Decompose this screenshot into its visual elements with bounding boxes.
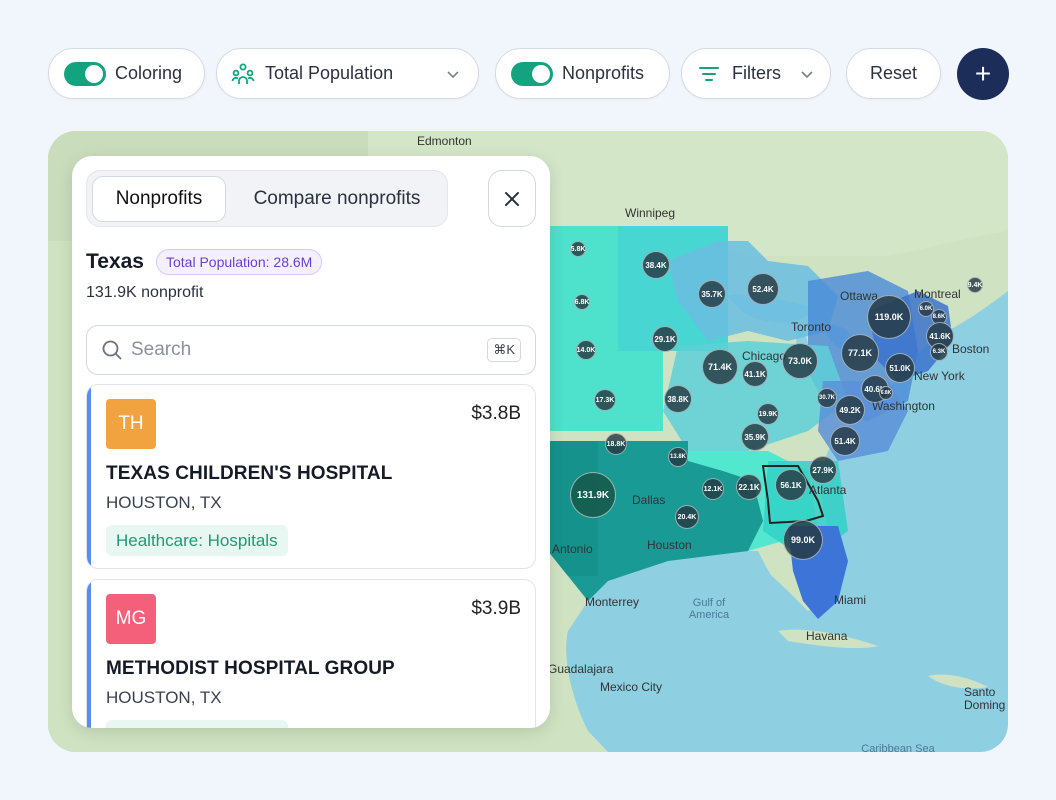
city-havana: Havana [806, 629, 848, 643]
cluster-bubble[interactable]: 41.1K [742, 361, 768, 387]
population-badge: Total Population: 28.6M [156, 249, 323, 275]
avatar: MG [106, 594, 156, 644]
avatar: TH [106, 399, 156, 449]
cluster-bubble[interactable]: 9.4K [967, 277, 983, 293]
revenue-amount: $3.8B [471, 403, 521, 424]
search-box[interactable]: ⌘K [86, 325, 536, 375]
cluster-bubble[interactable]: 52.4K [747, 273, 779, 305]
cluster-bubble[interactable]: 29.1K [652, 326, 678, 352]
city-chicago: Chicago [742, 349, 787, 363]
cluster-bubble[interactable]: 38.4K [642, 251, 670, 279]
cluster-bubble[interactable]: 18.8K [605, 433, 627, 455]
search-icon [102, 340, 122, 360]
cluster-bubble[interactable]: 71.4K [702, 349, 738, 385]
metric-label: Total Population [265, 63, 394, 83]
nonprofits-toggle-pill[interactable]: Nonprofits [495, 48, 670, 99]
sea-gulf-2: America [688, 609, 730, 621]
nonprofit-location: HOUSTON, TX [106, 688, 222, 707]
city-atlanta: Atlanta [809, 483, 847, 497]
cluster-bubble[interactable]: 49.2K [835, 395, 865, 425]
cluster-bubble[interactable]: 22.1K [736, 474, 762, 500]
nonprofit-location: HOUSTON, TX [106, 493, 222, 512]
add-button[interactable]: + [957, 48, 1009, 100]
city-dallas: Dallas [632, 493, 666, 507]
chevron-down-icon [801, 70, 813, 78]
nonprofit-name: METHODIST HOSPITAL GROUP [106, 658, 395, 679]
city-new-york: New York [914, 369, 965, 383]
reset-label: Reset [869, 63, 918, 83]
cluster-bubble[interactable]: 27.9K [809, 456, 837, 484]
cluster-bubble[interactable]: 119.0K [867, 295, 911, 339]
city-winnipeg: Winnipeg [625, 206, 676, 220]
reset-button[interactable]: Reset [846, 48, 941, 99]
tab-nonprofits[interactable]: Nonprofits [92, 176, 226, 222]
city-miami: Miami [834, 593, 866, 607]
cluster-bubble[interactable]: 77.1K [841, 334, 879, 372]
filters-dropdown[interactable]: Filters [681, 48, 831, 99]
cluster-bubble[interactable]: 20.4K [675, 505, 699, 529]
cluster-bubble[interactable]: 30.7K [817, 388, 837, 408]
cluster-bubble[interactable]: 35.9K [741, 423, 769, 451]
filters-label: Filters [732, 63, 781, 83]
cluster-bubble[interactable]: 51.4K [830, 426, 860, 456]
tab-compare-nonprofits[interactable]: Compare nonprofits [237, 176, 437, 222]
cluster-bubble[interactable]: 38.8K [664, 385, 692, 413]
nonprofit-count: 131.9K nonprofit [86, 284, 204, 301]
coloring-label: Coloring [115, 63, 183, 83]
coloring-toggle[interactable] [64, 61, 106, 86]
population-icon [231, 63, 255, 84]
cluster-bubble[interactable]: 6.3K [930, 343, 948, 361]
filter-icon [699, 66, 719, 81]
close-icon [505, 191, 519, 206]
sea-caribbean: Caribbean Sea [861, 743, 935, 752]
chevron-down-icon [447, 70, 459, 78]
search-input[interactable] [131, 339, 461, 361]
city-houston: Houston [647, 538, 692, 552]
nonprofit-card[interactable]: MG $3.9B METHODIST HOSPITAL GROUP HOUSTO… [86, 579, 536, 728]
nonprofits-toggle[interactable] [511, 61, 553, 86]
cluster-bubble[interactable]: 6.8K [574, 294, 590, 310]
category-tag: Healthcare: Hospitals [106, 720, 288, 728]
nonprofit-card[interactable]: TH $3.8B TEXAS CHILDREN'S HOSPITAL HOUST… [86, 384, 536, 569]
shortcut-hint: ⌘K [487, 338, 521, 362]
plus-icon: + [974, 58, 992, 89]
cluster-bubble[interactable]: 19.9K [757, 403, 779, 425]
cluster-bubble[interactable]: 51.0K [885, 353, 915, 383]
city-mexico-city: Mexico City [600, 680, 663, 694]
cluster-bubble[interactable]: 5.8K [570, 241, 586, 257]
city-san-antonio: Antonio [552, 542, 593, 556]
nonprofits-label: Nonprofits [562, 63, 645, 83]
city-montreal: Montreal [914, 287, 961, 301]
category-tag: Healthcare: Hospitals [106, 525, 288, 556]
metric-select[interactable]: Total Population [216, 48, 479, 99]
coloring-toggle-pill[interactable]: Coloring [48, 48, 205, 99]
cluster-bubble[interactable]: 35.7K [698, 280, 726, 308]
panel-tabs: Nonprofits Compare nonprofits [86, 170, 448, 227]
cluster-bubble[interactable]: 12.1K [702, 478, 724, 500]
state-title: Texas [86, 250, 144, 273]
city-boston: Boston [952, 342, 990, 356]
nonprofit-panel: Nonprofits Compare nonprofits Texas Tota… [72, 156, 550, 728]
nonprofit-name: TEXAS CHILDREN'S HOSPITAL [106, 463, 393, 484]
cluster-bubble-texas[interactable]: 131.9K [570, 472, 616, 518]
cluster-bubble[interactable]: 56.1K [775, 469, 807, 501]
sea-gulf-1: Gulf of [692, 597, 726, 609]
close-button[interactable] [488, 170, 536, 227]
city-edmonton: Edmonton [417, 134, 472, 148]
cluster-bubble[interactable]: 13.8K [668, 447, 688, 467]
cluster-bubble[interactable]: 17.3K [594, 389, 616, 411]
revenue-amount: $3.9B [471, 598, 521, 619]
city-santo-domingo-1: Santo [964, 685, 996, 699]
cluster-bubble[interactable]: 73.0K [782, 343, 818, 379]
cluster-bubble[interactable]: 6.8K [879, 386, 893, 400]
city-toronto: Toronto [791, 320, 832, 334]
city-guadalajara: Guadalajara [548, 662, 614, 676]
city-santo-domingo-2: Doming [964, 698, 1006, 712]
cluster-bubble[interactable]: 99.0K [783, 520, 823, 560]
cluster-bubble[interactable]: 14.0K [576, 340, 596, 360]
city-monterrey: Monterrey [585, 595, 640, 609]
